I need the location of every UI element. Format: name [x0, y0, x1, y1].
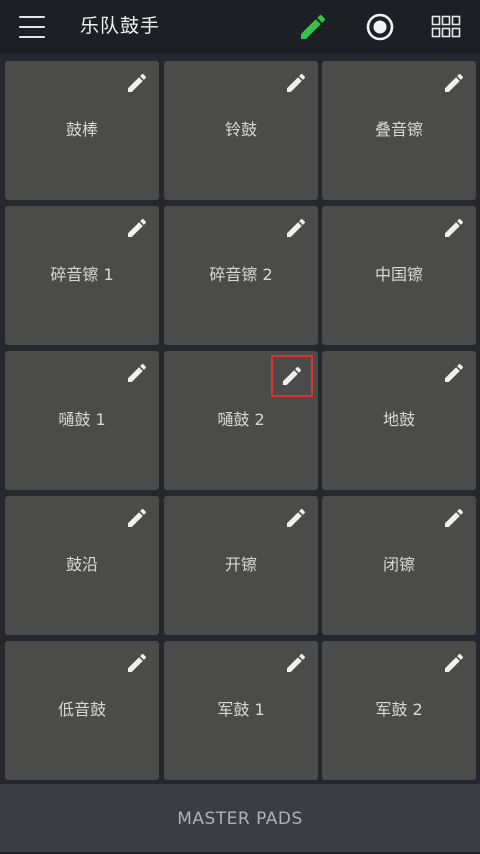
- drum-pad[interactable]: 鼓沿: [5, 496, 159, 635]
- drum-pad-label: 中国镲: [374, 265, 423, 284]
- pad-edit-pencil-icon[interactable]: [284, 651, 308, 675]
- pad-edit-pencil-icon[interactable]: [284, 71, 308, 95]
- drum-pad-label: 鼓沿: [65, 555, 98, 574]
- drum-pad-label: 军鼓 2: [375, 700, 423, 719]
- pad-edit-pencil-icon[interactable]: [284, 216, 308, 240]
- menu-icon-bar: [19, 36, 45, 38]
- drum-pad-label: 叠音镲: [374, 120, 423, 139]
- top-app-bar: 乐队鼓手: [0, 0, 480, 54]
- drum-pad-label: 闭镲: [382, 555, 415, 574]
- pad-edit-pencil-icon[interactable]: [125, 506, 149, 530]
- drum-pad[interactable]: 铃鼓: [164, 61, 318, 200]
- pad-edit-pencil-icon[interactable]: [442, 216, 466, 240]
- record-icon[interactable]: [364, 11, 396, 43]
- drum-pad[interactable]: 鼓棒: [5, 61, 159, 200]
- drum-pad[interactable]: 闭镲: [322, 496, 476, 635]
- drum-pad-label: 嗵鼓 1: [58, 410, 106, 429]
- menu-icon-bar: [19, 16, 45, 18]
- drum-pad-label: 嗵鼓 2: [217, 410, 265, 429]
- drum-pad[interactable]: 地鼓: [322, 351, 476, 490]
- grid-layout-icon[interactable]: [431, 14, 461, 40]
- menu-icon[interactable]: [16, 13, 50, 41]
- drum-pad[interactable]: 嗵鼓 1: [5, 351, 159, 490]
- master-pads-button[interactable]: MASTER PADS: [0, 784, 480, 852]
- pad-edit-pencil-icon[interactable]: [125, 71, 149, 95]
- menu-icon-bar: [19, 26, 45, 28]
- pad-edit-pencil-icon[interactable]: [284, 506, 308, 530]
- drum-pad-label: 开镲: [224, 555, 257, 574]
- app-title: 乐队鼓手: [80, 15, 161, 37]
- drum-pad-grid: 鼓棒 铃鼓 叠音镲碎音镲 1 碎音镲 2 中国镲嗵鼓 1 嗵鼓 2 地鼓鼓沿 开镲 闭镲低音鼓 军…: [0, 54, 480, 784]
- pad-edit-pencil-icon[interactable]: [442, 361, 466, 385]
- pad-edit-pencil-icon[interactable]: [125, 651, 149, 675]
- drum-pad[interactable]: 军鼓 2: [322, 641, 476, 780]
- drum-pad[interactable]: 碎音镲 2: [164, 206, 318, 345]
- drum-pad[interactable]: 低音鼓: [5, 641, 159, 780]
- drum-pad[interactable]: 军鼓 1: [164, 641, 318, 780]
- drum-pad-label: 低音鼓: [57, 700, 106, 719]
- pad-edit-pencil-icon[interactable]: [271, 355, 313, 397]
- pad-edit-pencil-icon[interactable]: [125, 216, 149, 240]
- pad-edit-pencil-icon[interactable]: [442, 651, 466, 675]
- drum-pad[interactable]: 开镲: [164, 496, 318, 635]
- drum-pad-label: 碎音镲 1: [50, 265, 114, 284]
- pad-edit-pencil-icon[interactable]: [442, 506, 466, 530]
- drum-pad-label: 碎音镲 2: [209, 265, 273, 284]
- drum-pad[interactable]: 叠音镲: [322, 61, 476, 200]
- drum-pad[interactable]: 碎音镲 1: [5, 206, 159, 345]
- edit-mode-pencil-icon[interactable]: [297, 11, 329, 43]
- drum-pad-label: 鼓棒: [65, 120, 98, 139]
- drum-pad-label: 铃鼓: [224, 120, 257, 139]
- drum-pad[interactable]: 嗵鼓 2: [164, 351, 318, 490]
- drum-pad-label: 地鼓: [382, 410, 415, 429]
- pad-edit-pencil-icon[interactable]: [125, 361, 149, 385]
- drum-pad-label: 军鼓 1: [217, 700, 265, 719]
- pad-edit-pencil-icon[interactable]: [442, 71, 466, 95]
- drum-pad[interactable]: 中国镲: [322, 206, 476, 345]
